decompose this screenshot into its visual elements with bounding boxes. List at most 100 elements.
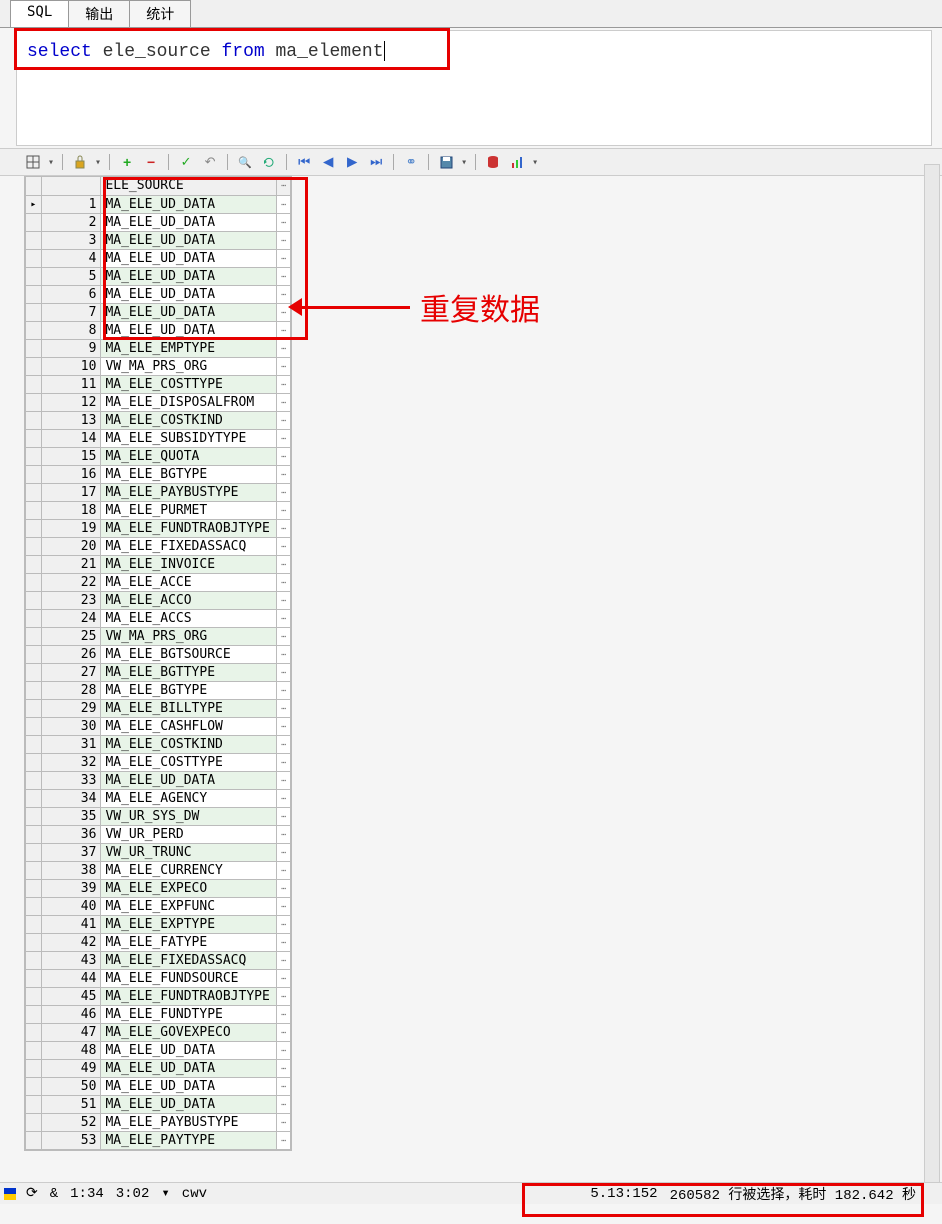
- cell-more-icon[interactable]: ⋯: [277, 447, 291, 465]
- table-row[interactable]: 3MA_ELE_UD_DATA⋯: [26, 231, 291, 249]
- add-row-icon[interactable]: +: [118, 153, 136, 171]
- table-row[interactable]: 48MA_ELE_UD_DATA⋯: [26, 1041, 291, 1059]
- cell-ele-source[interactable]: MA_ELE_BGTYPE: [101, 465, 277, 483]
- table-row[interactable]: 39MA_ELE_EXPECO⋯: [26, 879, 291, 897]
- table-row[interactable]: 32MA_ELE_COSTTYPE⋯: [26, 753, 291, 771]
- table-row[interactable]: 44MA_ELE_FUNDSOURCE⋯: [26, 969, 291, 987]
- table-row[interactable]: 35VW_UR_SYS_DW⋯: [26, 807, 291, 825]
- cell-more-icon[interactable]: ⋯: [277, 357, 291, 375]
- cell-ele-source[interactable]: MA_ELE_BGTYPE: [101, 681, 277, 699]
- cell-more-icon[interactable]: ⋯: [277, 1095, 291, 1113]
- cell-ele-source[interactable]: VW_UR_PERD: [101, 825, 277, 843]
- table-row[interactable]: 13MA_ELE_COSTKIND⋯: [26, 411, 291, 429]
- cell-ele-source[interactable]: VW_MA_PRS_ORG: [101, 357, 277, 375]
- cell-more-icon[interactable]: ⋯: [277, 267, 291, 285]
- cell-more-icon[interactable]: ⋯: [277, 645, 291, 663]
- table-row[interactable]: 23MA_ELE_ACCO⋯: [26, 591, 291, 609]
- cell-more-icon[interactable]: ⋯: [277, 879, 291, 897]
- cell-more-icon[interactable]: ⋯: [277, 789, 291, 807]
- nav-next-icon[interactable]: ▶: [343, 153, 361, 171]
- table-row[interactable]: 6MA_ELE_UD_DATA⋯: [26, 285, 291, 303]
- cell-more-icon[interactable]: ⋯: [277, 825, 291, 843]
- table-row[interactable]: 37VW_UR_TRUNC⋯: [26, 843, 291, 861]
- cell-more-icon[interactable]: ⋯: [277, 393, 291, 411]
- cell-more-icon[interactable]: ⋯: [277, 591, 291, 609]
- table-row[interactable]: 45MA_ELE_FUNDTRAOBJTYPE⋯: [26, 987, 291, 1005]
- cell-more-icon[interactable]: ⋯: [277, 1059, 291, 1077]
- table-row[interactable]: 7MA_ELE_UD_DATA⋯: [26, 303, 291, 321]
- table-row[interactable]: 36VW_UR_PERD⋯: [26, 825, 291, 843]
- cell-ele-source[interactable]: MA_ELE_ACCO: [101, 591, 277, 609]
- table-row[interactable]: 53MA_ELE_PAYTYPE⋯: [26, 1131, 291, 1149]
- link-icon[interactable]: ⚭: [402, 153, 420, 171]
- table-row[interactable]: 20MA_ELE_FIXEDASSACQ⋯: [26, 537, 291, 555]
- cell-more-icon[interactable]: ⋯: [277, 1131, 291, 1149]
- cell-ele-source[interactable]: MA_ELE_UD_DATA: [101, 195, 277, 213]
- table-row[interactable]: 18MA_ELE_PURMET⋯: [26, 501, 291, 519]
- table-row[interactable]: 34MA_ELE_AGENCY⋯: [26, 789, 291, 807]
- table-row[interactable]: 43MA_ELE_FIXEDASSACQ⋯: [26, 951, 291, 969]
- cell-ele-source[interactable]: MA_ELE_EXPFUNC: [101, 897, 277, 915]
- table-row[interactable]: 38MA_ELE_CURRENCY⋯: [26, 861, 291, 879]
- cell-more-icon[interactable]: ⋯: [277, 609, 291, 627]
- table-row[interactable]: 22MA_ELE_ACCE⋯: [26, 573, 291, 591]
- table-row[interactable]: 11MA_ELE_COSTTYPE⋯: [26, 375, 291, 393]
- cell-more-icon[interactable]: ⋯: [277, 231, 291, 249]
- table-row[interactable]: 15MA_ELE_QUOTA⋯: [26, 447, 291, 465]
- db-icon[interactable]: [484, 153, 502, 171]
- cell-ele-source[interactable]: MA_ELE_FIXEDASSACQ: [101, 537, 277, 555]
- column-header-ele-source[interactable]: ELE_SOURCE: [101, 177, 277, 195]
- cell-more-icon[interactable]: ⋯: [277, 465, 291, 483]
- cell-ele-source[interactable]: MA_ELE_CASHFLOW: [101, 717, 277, 735]
- cell-more-icon[interactable]: ⋯: [277, 339, 291, 357]
- vertical-scrollbar[interactable]: [924, 164, 940, 1184]
- rollback-icon[interactable]: ↶: [201, 153, 219, 171]
- cell-more-icon[interactable]: ⋯: [277, 429, 291, 447]
- cell-ele-source[interactable]: MA_ELE_PURMET: [101, 501, 277, 519]
- cell-more-icon[interactable]: ⋯: [277, 861, 291, 879]
- chart-icon[interactable]: [508, 153, 526, 171]
- cell-ele-source[interactable]: MA_ELE_SUBSIDYTYPE: [101, 429, 277, 447]
- table-row[interactable]: 30MA_ELE_CASHFLOW⋯: [26, 717, 291, 735]
- cell-ele-source[interactable]: MA_ELE_FUNDTRAOBJTYPE: [101, 987, 277, 1005]
- cell-more-icon[interactable]: ⋯: [277, 897, 291, 915]
- cell-more-icon[interactable]: ⋯: [277, 375, 291, 393]
- save-icon[interactable]: [437, 153, 455, 171]
- tab-stats[interactable]: 统计: [129, 0, 191, 27]
- cell-ele-source[interactable]: MA_ELE_ACCS: [101, 609, 277, 627]
- cell-ele-source[interactable]: MA_ELE_COSTTYPE: [101, 753, 277, 771]
- table-row[interactable]: ▸1MA_ELE_UD_DATA⋯: [26, 195, 291, 213]
- cell-more-icon[interactable]: ⋯: [277, 969, 291, 987]
- cell-ele-source[interactable]: MA_ELE_INVOICE: [101, 555, 277, 573]
- lock-icon[interactable]: [71, 153, 89, 171]
- cell-ele-source[interactable]: VW_UR_SYS_DW: [101, 807, 277, 825]
- cell-more-icon[interactable]: ⋯: [277, 537, 291, 555]
- table-row[interactable]: 17MA_ELE_PAYBUSTYPE⋯: [26, 483, 291, 501]
- refresh-icon[interactable]: [260, 153, 278, 171]
- commit-icon[interactable]: ✓: [177, 153, 195, 171]
- cell-more-icon[interactable]: ⋯: [277, 771, 291, 789]
- table-row[interactable]: 40MA_ELE_EXPFUNC⋯: [26, 897, 291, 915]
- table-row[interactable]: 51MA_ELE_UD_DATA⋯: [26, 1095, 291, 1113]
- cell-ele-source[interactable]: MA_ELE_UD_DATA: [101, 285, 277, 303]
- table-row[interactable]: 2MA_ELE_UD_DATA⋯: [26, 213, 291, 231]
- cell-ele-source[interactable]: MA_ELE_UD_DATA: [101, 771, 277, 789]
- cell-ele-source[interactable]: MA_ELE_CURRENCY: [101, 861, 277, 879]
- delete-row-icon[interactable]: −: [142, 153, 160, 171]
- cell-ele-source[interactable]: MA_ELE_UD_DATA: [101, 1077, 277, 1095]
- cell-more-icon[interactable]: ⋯: [277, 627, 291, 645]
- nav-first-icon[interactable]: ⏮: [295, 153, 313, 171]
- table-row[interactable]: 10VW_MA_PRS_ORG⋯: [26, 357, 291, 375]
- table-row[interactable]: 50MA_ELE_UD_DATA⋯: [26, 1077, 291, 1095]
- cell-ele-source[interactable]: MA_ELE_EMPTYPE: [101, 339, 277, 357]
- cell-ele-source[interactable]: MA_ELE_GOVEXPECO: [101, 1023, 277, 1041]
- cell-ele-source[interactable]: MA_ELE_COSTTYPE: [101, 375, 277, 393]
- cell-more-icon[interactable]: ⋯: [277, 1005, 291, 1023]
- table-row[interactable]: 4MA_ELE_UD_DATA⋯: [26, 249, 291, 267]
- cell-ele-source[interactable]: MA_ELE_FATYPE: [101, 933, 277, 951]
- cell-ele-source[interactable]: MA_ELE_UD_DATA: [101, 231, 277, 249]
- table-row[interactable]: 14MA_ELE_SUBSIDYTYPE⋯: [26, 429, 291, 447]
- nav-prev-icon[interactable]: ◀: [319, 153, 337, 171]
- cell-more-icon[interactable]: ⋯: [277, 933, 291, 951]
- cell-ele-source[interactable]: MA_ELE_UD_DATA: [101, 213, 277, 231]
